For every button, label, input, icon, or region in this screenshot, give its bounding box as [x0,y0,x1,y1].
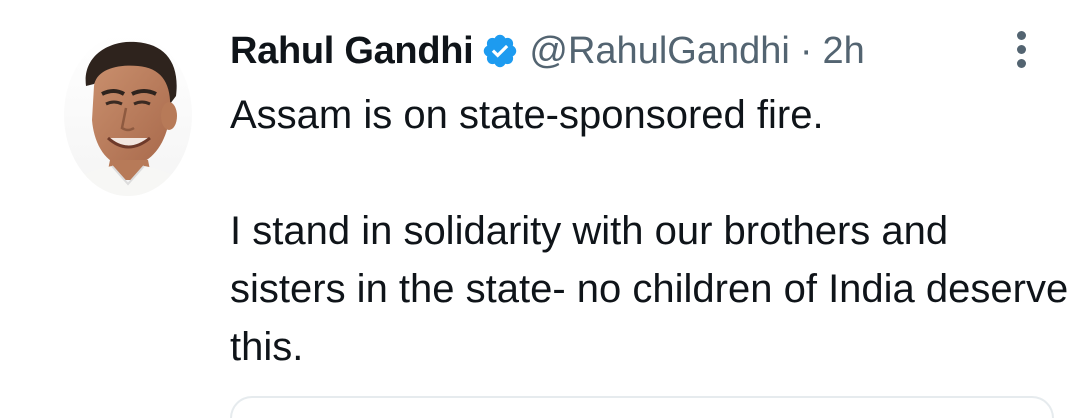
tweet-text-line: Assam is on state-sponsored fire. [230,93,824,137]
media-card-edge[interactable] [230,396,1054,418]
more-vertical-icon[interactable] [1006,28,1036,72]
tweet-text: Assam is on state-sponsored fire. I stan… [230,86,1070,376]
avatar-photo [64,34,192,196]
tweet-text-paragraph: I stand in solidarity with our brothers … [230,209,1069,369]
tweet[interactable]: Rahul Gandhi @RahulGandhi · 2h Assam is … [0,0,1080,418]
tweet-header: Rahul Gandhi @RahulGandhi · 2h [230,26,865,76]
avatar[interactable] [64,34,192,196]
author-handle[interactable]: @RahulGandhi [529,30,789,73]
author-display-name[interactable]: Rahul Gandhi [230,30,474,73]
separator-dot: · [799,29,813,72]
tweet-timestamp[interactable]: 2h [822,30,864,73]
verified-badge-icon [481,32,519,70]
